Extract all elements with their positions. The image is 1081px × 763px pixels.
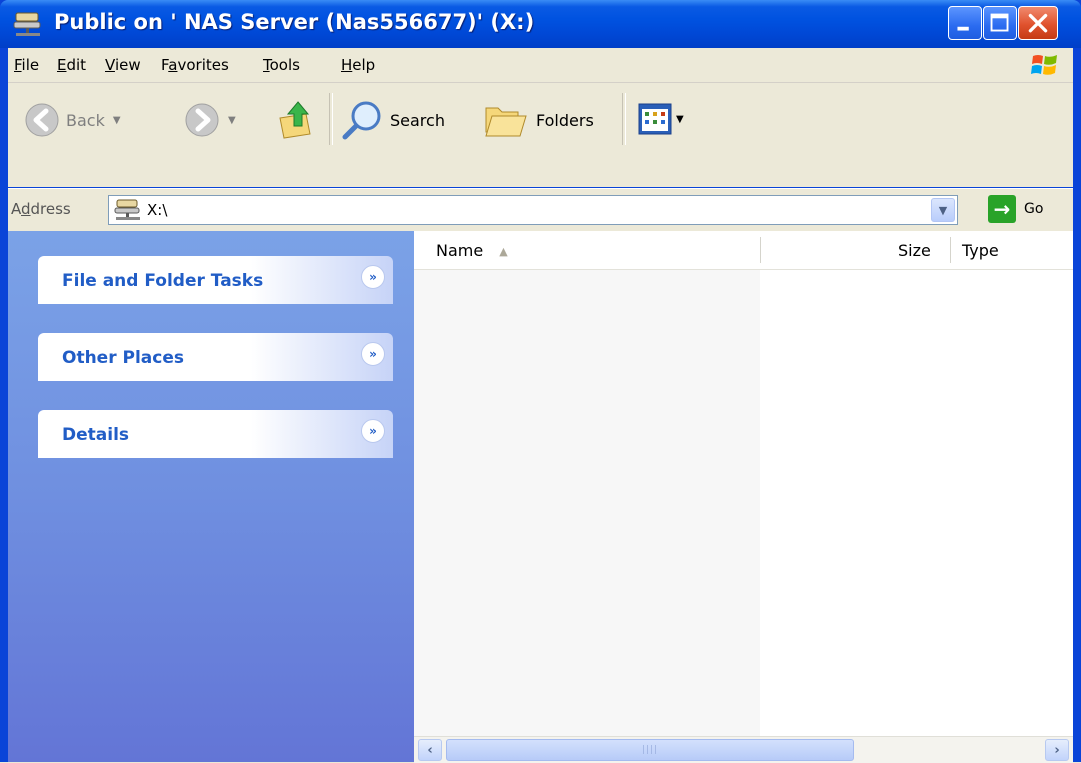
scroll-left-button[interactable]: ‹ xyxy=(418,739,442,761)
menu-edit[interactable]: Edit xyxy=(57,56,86,74)
expand-chevron-icon[interactable]: » xyxy=(361,342,385,366)
close-button[interactable] xyxy=(1018,6,1058,40)
go-arrow-icon: → xyxy=(988,195,1016,223)
column-divider[interactable] xyxy=(760,237,761,263)
file-list[interactable]: Name ▲ Size Type xyxy=(414,231,1073,762)
up-folder-button[interactable] xyxy=(276,98,316,140)
horizontal-scrollbar[interactable]: ‹ |||| › xyxy=(414,736,1073,763)
views-dropdown-icon[interactable]: ▼ xyxy=(676,114,684,125)
panel-title: File and Folder Tasks xyxy=(62,271,264,291)
address-input[interactable]: X:\ ▼ xyxy=(108,195,958,225)
views-icon xyxy=(638,103,672,135)
menu-view[interactable]: View xyxy=(105,56,141,74)
folders-button[interactable]: Folders xyxy=(482,100,594,140)
address-label: Address xyxy=(11,200,71,218)
sorted-column-highlight xyxy=(414,269,760,736)
column-divider[interactable] xyxy=(950,237,951,263)
column-header-size[interactable]: Size xyxy=(898,241,931,260)
explorer-window: Public on ' NAS Server (Nas556677)' (X:)… xyxy=(0,0,1081,763)
maximize-button[interactable] xyxy=(983,6,1017,40)
menu-bar: File Edit View Favorites Tools Help xyxy=(8,48,1073,83)
panel-details[interactable]: Details » xyxy=(38,410,393,458)
panel-file-and-folder-tasks[interactable]: File and Folder Tasks » xyxy=(38,256,393,304)
windows-logo-icon xyxy=(1031,55,1057,75)
toolbar-separator xyxy=(622,93,626,145)
search-icon xyxy=(342,101,381,140)
menu-file[interactable]: File xyxy=(14,56,39,74)
grip-icon: |||| xyxy=(641,745,659,755)
search-label: Search xyxy=(390,110,445,130)
menu-tools[interactable]: Tools xyxy=(263,56,300,74)
address-bar: Address X:\ ▼ → Go xyxy=(8,188,1073,231)
chevron-left-icon: ‹ xyxy=(427,742,433,758)
title-bar[interactable]: Public on ' NAS Server (Nas556677)' (X:) xyxy=(0,0,1081,48)
sort-ascending-icon: ▲ xyxy=(499,245,508,258)
chevron-right-icon: › xyxy=(1054,742,1060,758)
chevron-down-icon: ▼ xyxy=(938,203,948,217)
go-label: Go xyxy=(1024,201,1044,217)
address-value: X:\ xyxy=(147,201,168,219)
menu-help[interactable]: Help xyxy=(341,56,375,74)
back-label: Back xyxy=(66,110,105,130)
expand-chevron-icon[interactable]: » xyxy=(361,265,385,289)
folders-icon xyxy=(485,107,527,137)
task-pane: File and Folder Tasks » Other Places » D… xyxy=(8,231,414,762)
scrollbar-thumb[interactable]: |||| xyxy=(446,739,854,761)
toolbar-separator xyxy=(329,93,333,145)
menu-favorites[interactable]: Favorites xyxy=(161,56,229,74)
search-button[interactable]: Search xyxy=(340,100,445,140)
window-border-left xyxy=(0,48,8,762)
column-header-name[interactable]: Name ▲ xyxy=(436,241,508,260)
minimize-button[interactable] xyxy=(948,6,982,40)
panel-other-places[interactable]: Other Places » xyxy=(38,333,393,381)
forward-dropdown-icon[interactable]: ▼ xyxy=(228,115,236,126)
views-button[interactable]: ▼ xyxy=(638,103,684,135)
folders-label: Folders xyxy=(536,110,594,130)
go-button[interactable]: → Go xyxy=(988,195,1043,223)
standard-toolbar: Back ▼ ▼ Search Folders ▼ xyxy=(8,83,1073,187)
window-title: Public on ' NAS Server (Nas556677)' (X:) xyxy=(54,10,535,34)
column-headers: Name ▲ Size Type xyxy=(414,231,1073,270)
up-folder-icon xyxy=(279,101,311,139)
network-drive-icon xyxy=(13,12,41,36)
address-dropdown-button[interactable]: ▼ xyxy=(931,198,955,222)
back-arrow-icon xyxy=(25,103,59,137)
network-drive-icon xyxy=(114,199,140,220)
back-dropdown-icon[interactable]: ▼ xyxy=(113,115,121,126)
window-border-right xyxy=(1073,48,1081,762)
panel-title: Details xyxy=(62,425,130,445)
content-area: File and Folder Tasks » Other Places » D… xyxy=(8,231,1073,763)
back-button[interactable]: Back ▼ xyxy=(24,102,121,138)
scroll-right-button[interactable]: › xyxy=(1045,739,1069,761)
panel-title: Other Places xyxy=(62,348,184,368)
forward-arrow-icon xyxy=(185,103,219,137)
forward-button[interactable]: ▼ xyxy=(184,102,236,138)
expand-chevron-icon[interactable]: » xyxy=(361,419,385,443)
column-header-type[interactable]: Type xyxy=(962,241,999,260)
